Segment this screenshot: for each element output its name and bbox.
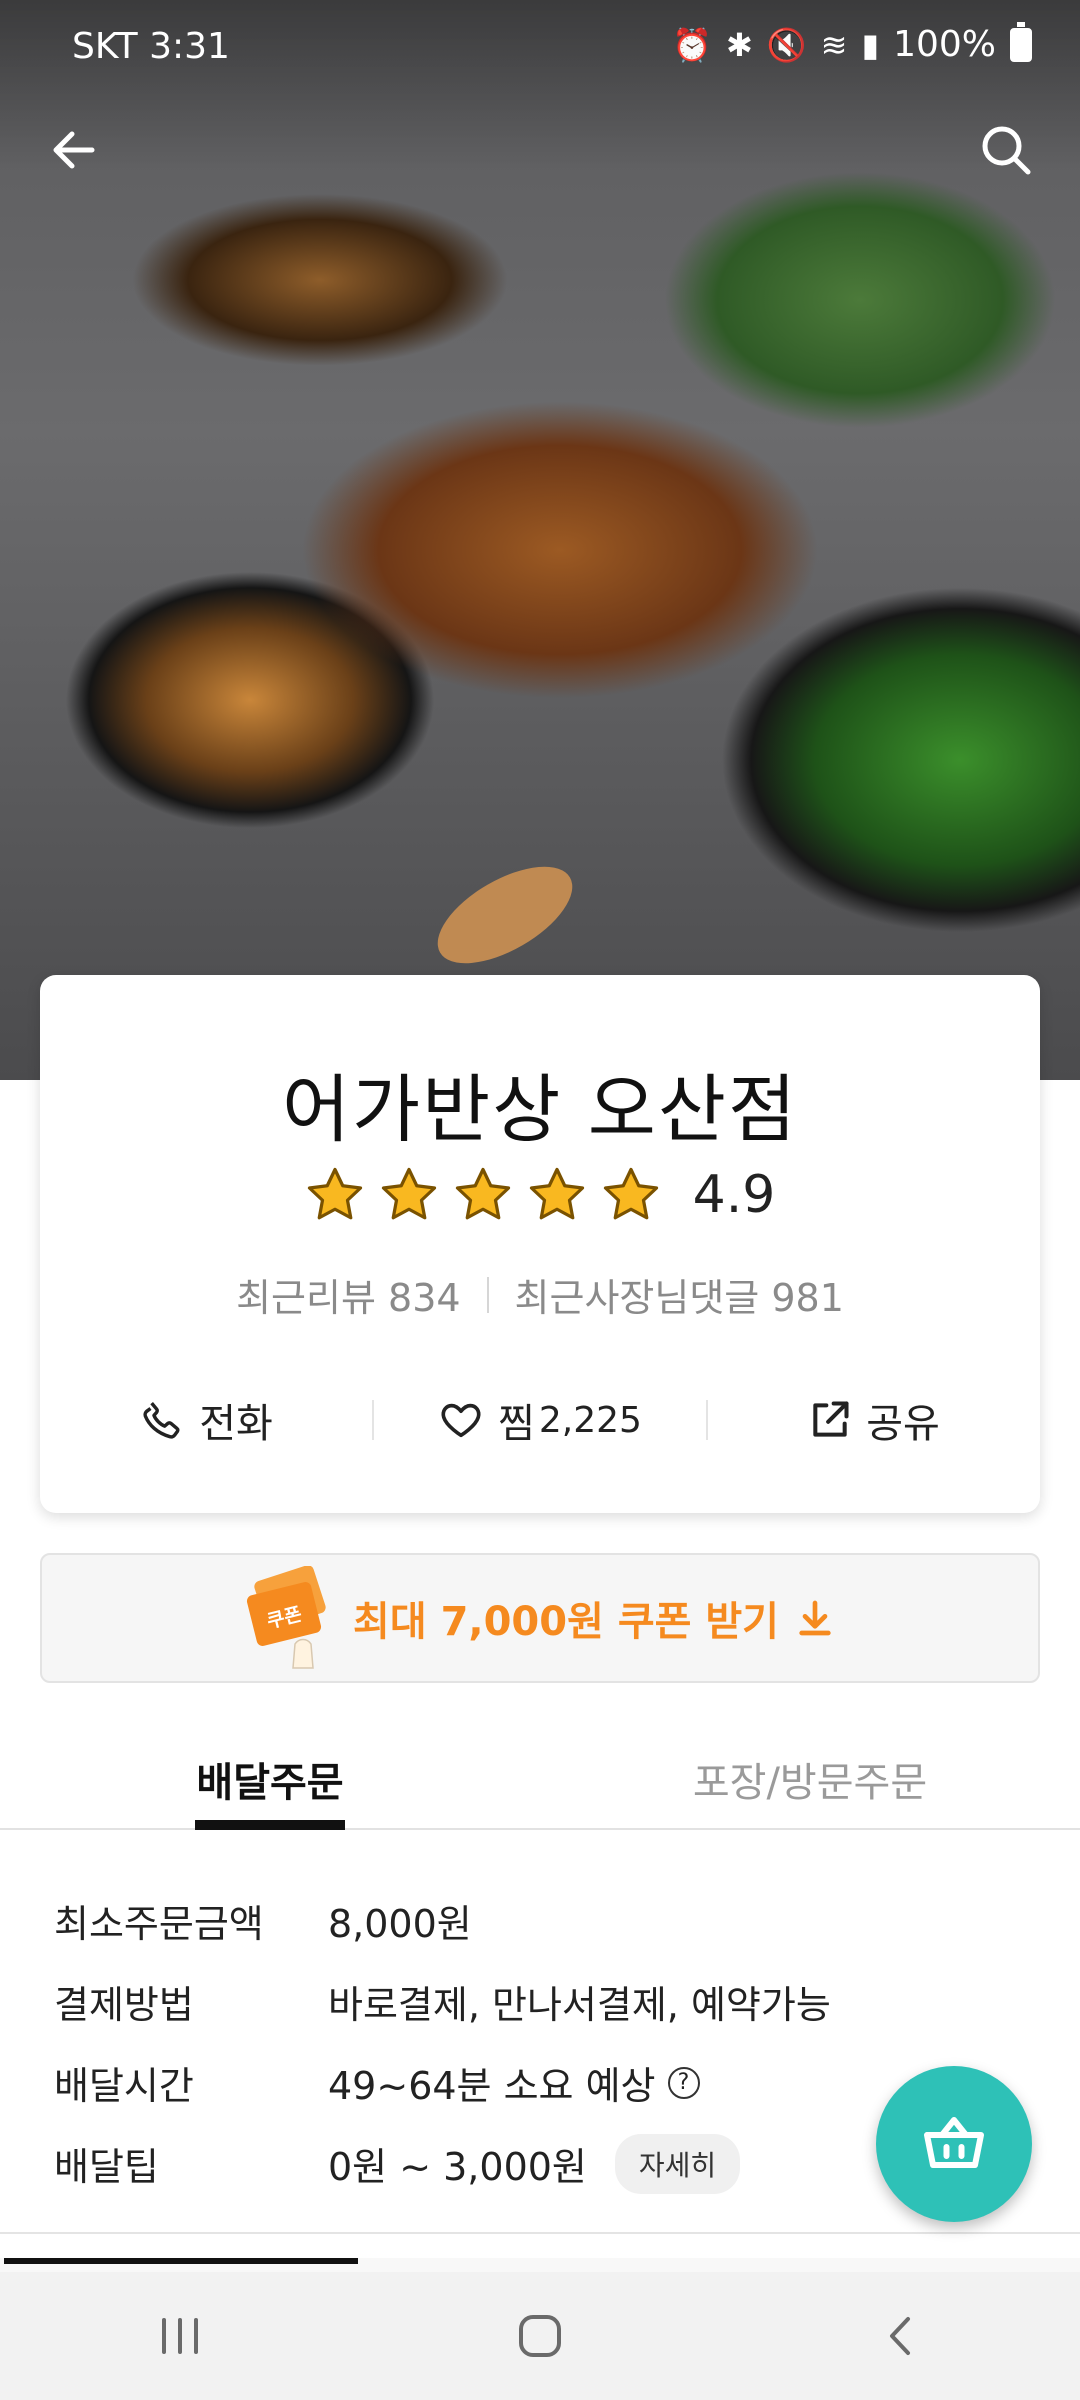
battery-icon (1010, 21, 1032, 62)
recent-reviews-link[interactable]: 최근리뷰 834 (236, 1267, 460, 1322)
star-icon (381, 1167, 436, 1220)
tab-takeout[interactable]: 포장/방문주문 (540, 1730, 1080, 1828)
payment-value: 바로결제, 만나서결제, 예약가능 (328, 1983, 831, 2027)
phone-icon (143, 1402, 180, 1439)
search-icon (982, 126, 1031, 175)
share-icon (813, 1401, 849, 1437)
star-icon (529, 1167, 584, 1220)
order-type-tabs: 배달주문 포장/방문주문 (0, 1730, 1080, 1830)
screen: SKT 3:31 ⏰ ✱ 🔇 ≋ ▮ 100% 어가반상 오산점 4.9 최근리… (0, 0, 1080, 2400)
menu-tab-strip (0, 2258, 1080, 2272)
cart-icon (924, 2117, 984, 2168)
delivery-time-value: 49~64분 소요 예상 (328, 2064, 656, 2108)
coupon-banner[interactable]: 쿠폰 최대 7,000원 쿠폰 받기 (40, 1553, 1040, 1683)
rating-stars (305, 1165, 661, 1225)
home-icon (519, 2315, 561, 2357)
home-button[interactable] (480, 2296, 600, 2376)
delivery-tip-value: 0원 ~ 3,000원 (328, 2145, 587, 2189)
recent-apps-icon (162, 2318, 198, 2354)
download-icon (799, 1600, 831, 1636)
rating-value: 4.9 (692, 1165, 776, 1225)
favorite-button[interactable]: 찜 2,225 (374, 1391, 706, 1449)
bluetooth-icon: ✱ (726, 25, 753, 64)
coupon-icon: 쿠폰 (247, 1566, 326, 1669)
owner-comments-link[interactable]: 최근사장님댓글 981 (515, 1267, 844, 1322)
heart-icon (441, 1403, 481, 1438)
system-back-button[interactable] (840, 2296, 960, 2376)
tab-takeout-label: 포장/방문주문 (692, 1760, 928, 1806)
store-info-card: 어가반상 오산점 4.9 최근리뷰 834 최근사장님댓글 981 전화 찜 2… (40, 975, 1040, 1513)
share-label: 공유 (866, 1401, 940, 1447)
active-tab-indicator (195, 1820, 345, 1830)
store-name: 어가반상 오산점 (281, 1067, 799, 1153)
delivery-tip-label: 배달팁 (54, 2145, 159, 2189)
system-navigation-bar (0, 2272, 1080, 2400)
menu-tab-indicator (4, 2258, 358, 2264)
back-button[interactable] (34, 110, 114, 190)
status-bar: SKT 3:31 ⏰ ✱ 🔇 ≋ ▮ 100% (0, 0, 1080, 96)
battery-percent: 100% (893, 24, 996, 65)
section-divider (0, 2232, 1080, 2234)
min-order-label: 최소주문금액 (54, 1902, 264, 1946)
back-arrow-icon (53, 131, 95, 169)
signal-icon: ▮ (861, 25, 880, 64)
coupon-text: 최대 7,000원 쿠폰 받기 (353, 1599, 779, 1645)
search-button[interactable] (966, 110, 1046, 190)
tab-delivery-label: 배달주문 (196, 1760, 344, 1806)
recent-apps-button[interactable] (120, 2296, 240, 2376)
min-order-row: 최소주문금액 8,000원 (54, 1880, 1034, 1961)
count-divider (486, 1276, 489, 1313)
delivery-time-group: 49~64분 소요 예상 ? (328, 2055, 700, 2110)
wifi-icon: ≋ (820, 25, 848, 64)
call-button[interactable]: 전화 (40, 1391, 372, 1449)
delivery-tip-detail-button[interactable]: 자세히 (614, 2133, 741, 2194)
cart-button[interactable] (876, 2066, 1032, 2222)
hero-food-image (0, 0, 1080, 1080)
star-icon (603, 1167, 658, 1220)
help-icon[interactable]: ? (667, 2066, 700, 2099)
store-rating: 4.9 (40, 1165, 1040, 1225)
status-icons: ⏰ ✱ 🔇 ≋ ▮ 100% (672, 21, 1032, 65)
share-button[interactable]: 공유 (708, 1391, 1040, 1449)
review-counts: 최근리뷰 834 최근사장님댓글 981 (40, 1267, 1040, 1322)
payment-label: 결제방법 (54, 1983, 194, 2027)
status-time: SKT 3:31 (72, 26, 230, 67)
star-icon (455, 1167, 510, 1220)
payment-row: 결제방법 바로결제, 만나서결제, 예약가능 (54, 1961, 1034, 2042)
delivery-tip-group: 0원 ~ 3,000원 자세히 (328, 2133, 741, 2194)
store-actions: 전화 찜 2,225 공유 (40, 1385, 1040, 1455)
mute-icon: 🔇 (766, 25, 807, 64)
wooden-spoon (422, 847, 588, 983)
delivery-time-label: 배달시간 (54, 2064, 194, 2108)
back-icon (890, 2317, 910, 2355)
favorite-count: 2,225 (538, 1399, 642, 1441)
star-icon (307, 1167, 362, 1220)
alarm-icon: ⏰ (672, 25, 712, 64)
min-order-value: 8,000원 (328, 1902, 472, 1946)
favorite-label: 찜 (498, 1401, 535, 1447)
tab-delivery[interactable]: 배달주문 (0, 1730, 540, 1830)
call-label: 전화 (199, 1401, 273, 1447)
